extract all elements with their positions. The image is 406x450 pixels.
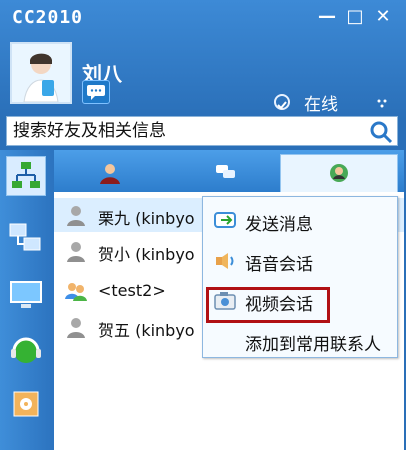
avatar[interactable] [10,42,72,104]
network-computers-icon [9,223,41,251]
user-icon [67,242,85,262]
user-icon [67,318,85,338]
person-icon [100,164,120,184]
monitor-icon [10,281,42,308]
contact-name: 贺小 (kinbyo [98,245,195,264]
status-dropdown-icon[interactable] [376,98,390,108]
chat-bubble-icon [87,85,105,100]
menu-item-add-to-favorites[interactable]: 添加到常用联系人 [203,323,397,359]
tab-contacts[interactable] [54,154,166,192]
menu-item-label: 发送消息 [245,215,313,235]
sidebar-item-network[interactable] [6,218,46,258]
sidebar-item-files[interactable] [6,384,46,424]
window-title: CC2010 [12,7,84,28]
tab-recent[interactable] [280,154,398,192]
contact-person-icon [330,164,348,182]
menu-item-label: 语音会话 [245,255,313,275]
user-icon [67,206,85,226]
contact-name: 栗九 (kinbyo [98,209,195,228]
org-chart-icon [12,162,40,188]
profile-panel: 刘八 在线 [0,34,406,115]
sidebar-item-desktop[interactable] [6,276,46,316]
group-icon [65,283,87,301]
minimize-button[interactable]: — [316,6,338,28]
restore-button[interactable]: □ [344,6,366,28]
menu-item-send-message[interactable]: 发送消息 [203,203,397,239]
speaker-icon [216,253,234,269]
contact-tabs [54,150,404,192]
message-bubble-icon[interactable] [82,80,110,104]
avatar-photo-icon [12,44,70,102]
tab-conversations[interactable] [168,154,280,192]
group-name: <test2> [98,281,166,300]
menu-item-label: 添加到常用联系人 [245,335,381,355]
cc2010-window: CC2010 — □ ✕ 刘八 在线 搜索好友及相关信息 栗九 (kinbyo … [0,0,406,450]
context-menu: 发送消息 语音会话 视频会话 添加到常用联系人 [202,196,398,358]
sidebar-item-voice[interactable] [6,330,46,370]
search-bar [6,116,398,146]
file-box-icon [13,391,39,417]
contact-name: 贺五 (kinbyo [98,321,195,340]
highlight-box [206,287,330,323]
title-bar: CC2010 — □ ✕ [0,0,406,34]
checkmark-icon [277,101,287,110]
close-button[interactable]: ✕ [372,6,394,28]
search-icon[interactable] [369,120,393,144]
headset-icon [11,337,41,363]
status-text[interactable]: 在线 [304,90,338,115]
left-sidebar [0,150,54,450]
search-input[interactable] [7,117,379,145]
chat-icon [216,165,235,178]
send-message-icon [214,212,236,228]
sidebar-item-organization[interactable] [6,156,46,196]
online-status-icon[interactable] [274,94,290,110]
menu-item-voice-call[interactable]: 语音会话 [203,243,397,279]
